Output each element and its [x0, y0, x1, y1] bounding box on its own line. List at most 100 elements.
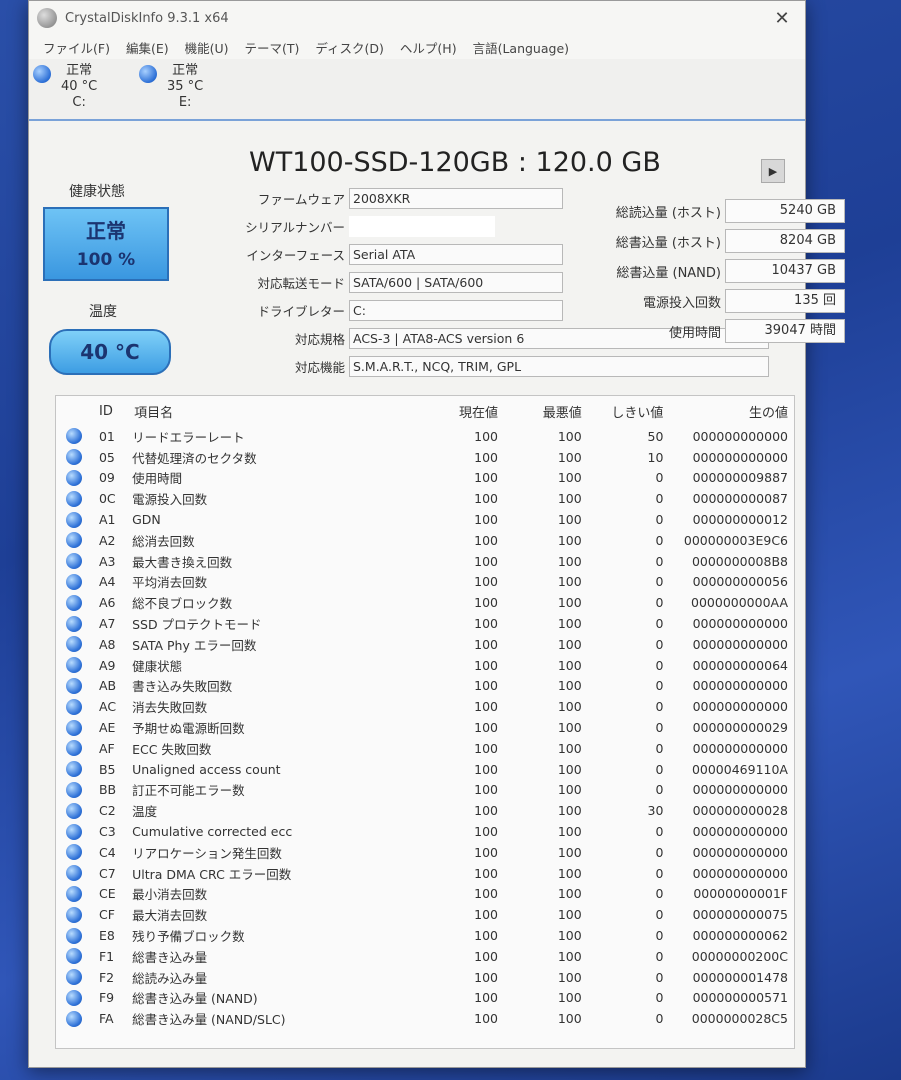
stat-value: 39047 時間 [725, 319, 845, 343]
table-row[interactable]: C4 リアロケーション発生回数 100 100 0 000000000000 [56, 842, 794, 863]
attribute-raw: 000000000000 [692, 428, 788, 444]
close-button[interactable]: ✕ [759, 1, 805, 35]
menu-file[interactable]: ファイル(F) [35, 38, 118, 57]
drive-tab-c[interactable]: 正常 40 °C C: [33, 59, 139, 119]
header-name[interactable]: 項目名 [132, 402, 451, 421]
table-row[interactable]: AE 予期せぬ電源断回数 100 100 0 000000000029 [56, 717, 794, 738]
table-row[interactable]: CE 最小消去回数 100 100 0 00000000001F [56, 884, 794, 905]
menu-theme[interactable]: テーマ(T) [237, 38, 308, 57]
attribute-name: 予期せぬ電源断回数 [132, 721, 245, 737]
menu-function[interactable]: 機能(U) [177, 38, 237, 57]
attribute-current: 100 [474, 491, 498, 507]
header-id[interactable]: ID [93, 404, 132, 419]
status-good-icon [66, 511, 83, 528]
status-good-icon [66, 657, 83, 674]
table-row[interactable]: A8 SATA Phy エラー回数 100 100 0 000000000000 [56, 634, 794, 655]
table-row[interactable]: 09 使用時間 100 100 0 000000009887 [56, 468, 794, 489]
attribute-raw: 0000000008B8 [691, 553, 788, 569]
status-good-icon [66, 553, 83, 570]
info-interface: インターフェース Serial ATA [219, 243, 563, 265]
table-row[interactable]: F1 総書き込み量 100 100 0 00000000200C [56, 946, 794, 967]
attribute-name: 健康状態 [132, 658, 183, 674]
table-row[interactable]: B5 Unaligned access count 100 100 0 000004691… [56, 759, 794, 780]
attribute-raw: 000000000000 [692, 824, 788, 840]
attribute-raw: 000000000000 [692, 449, 788, 465]
table-row[interactable]: BB 訂正不可能エラー数 100 100 0 000000000000 [56, 780, 794, 801]
drive-tab-e[interactable]: 正常 35 °C E: [139, 59, 245, 119]
header-threshold[interactable]: しきい値 [582, 402, 663, 421]
table-row[interactable]: 01 リードエラーレート 100 100 50 000000000000 [56, 426, 794, 447]
table-row[interactable]: A2 総消去回数 100 100 0 000000003E9C6 [56, 530, 794, 551]
table-row[interactable]: AC 消去失敗回数 100 100 0 000000000000 [56, 696, 794, 717]
attribute-id: A6 [98, 595, 116, 611]
stat-value: 8204 GB [725, 229, 845, 253]
drive-bar: 正常 40 °C C: 正常 35 °C E: [29, 59, 805, 121]
table-row[interactable]: C7 Ultra DMA CRC エラー回数 100 100 0 000000000000 [56, 863, 794, 884]
attribute-worst: 100 [557, 428, 582, 444]
table-row[interactable]: 05 代替処理済のセクタ数 100 100 10 000000000000 [56, 447, 794, 468]
status-good-icon [66, 927, 83, 944]
table-row[interactable]: AF ECC 失敗回数 100 100 0 000000000000 [56, 738, 794, 759]
info-value [349, 215, 495, 237]
table-row[interactable]: E8 残り予備ブロック数 100 100 0 000000000062 [56, 925, 794, 946]
table-row[interactable]: A1 GDN 100 100 0 000000000012 [56, 509, 794, 530]
table-row[interactable]: A9 健康状態 100 100 0 000000000064 [56, 655, 794, 676]
stat-host-writes: 総書込量 (ホスト) 8204 GB [603, 229, 845, 253]
header-raw[interactable]: 生の値 [663, 402, 794, 421]
stat-label: 電源投入回数 [642, 295, 721, 311]
header-worst[interactable]: 最悪値 [498, 402, 582, 421]
attribute-id: 0C [98, 491, 116, 507]
attribute-current: 100 [474, 761, 498, 777]
status-good-icon [66, 636, 83, 653]
disk-summary: WT100-SSD-120GB : 120.0 GB ▶ 健康状態 正常 100… [29, 121, 845, 391]
health-status-box[interactable]: 正常 100 % [43, 207, 169, 281]
menu-edit[interactable]: 編集(E) [118, 38, 177, 57]
attribute-worst: 100 [557, 616, 582, 632]
attribute-threshold: 0 [655, 990, 664, 1006]
attribute-name: SSD プロテクトモード [132, 617, 262, 633]
table-row[interactable]: FA 総書き込み量 (NAND/SLC) 100 100 0 0000000028C5 [56, 1008, 794, 1029]
table-row[interactable]: F2 総読み込み量 100 100 0 000000001478 [56, 967, 794, 988]
attribute-id: A1 [98, 512, 116, 528]
attribute-threshold: 0 [655, 720, 664, 736]
table-row[interactable]: A6 総不良ブロック数 100 100 0 0000000000AA [56, 592, 794, 613]
attribute-current: 100 [474, 865, 498, 881]
attribute-threshold: 0 [655, 1011, 664, 1027]
attribute-threshold: 0 [655, 657, 664, 673]
attribute-worst: 100 [557, 948, 582, 964]
status-good-icon [66, 969, 83, 986]
table-row[interactable]: C3 Cumulative corrected ecc 100 100 0 0000000… [56, 821, 794, 842]
table-row[interactable]: C2 温度 100 100 30 000000000028 [56, 800, 794, 821]
header-current[interactable]: 現在値 [451, 402, 498, 421]
attribute-name: 使用時間 [132, 471, 183, 487]
attribute-raw: 000000000075 [692, 907, 788, 923]
attribute-name: 温度 [132, 804, 158, 820]
attribute-threshold: 0 [655, 532, 664, 548]
table-row[interactable]: A4 平均消去回数 100 100 0 000000000056 [56, 572, 794, 593]
table-row[interactable]: A7 SSD プロテクトモード 100 100 0 000000000000 [56, 613, 794, 634]
table-row[interactable]: CF 最大消去回数 100 100 0 000000000075 [56, 904, 794, 925]
attribute-current: 100 [474, 740, 498, 756]
attribute-current: 100 [474, 720, 498, 736]
attribute-id: C7 [98, 865, 116, 881]
table-row[interactable]: A3 最大書き換え回数 100 100 0 0000000008B8 [56, 551, 794, 572]
status-good-icon [66, 532, 83, 549]
attribute-name: 総読み込み量 [132, 970, 208, 986]
menu-language[interactable]: 言語(Language) [465, 38, 577, 57]
status-good-icon [66, 948, 83, 965]
attribute-id: A2 [98, 532, 116, 548]
attribute-threshold: 0 [655, 470, 664, 486]
temperature-box[interactable]: 40 °C [49, 329, 171, 375]
table-row[interactable]: AB 書き込み失敗回数 100 100 0 000000000000 [56, 676, 794, 697]
attribute-current: 100 [474, 449, 498, 465]
table-row[interactable]: 0C 電源投入回数 100 100 0 000000000087 [56, 488, 794, 509]
next-disk-button[interactable]: ▶ [761, 159, 785, 183]
attribute-worst: 100 [557, 657, 582, 673]
menu-help[interactable]: ヘルプ(H) [392, 38, 465, 57]
attribute-worst: 100 [557, 928, 582, 944]
table-row[interactable]: F9 総書き込み量 (NAND) 100 100 0 000000000571 [56, 988, 794, 1009]
smart-table[interactable]: ID 項目名 現在値 最悪値 しきい値 生の値 01 リードエラーレート 100 10… [55, 395, 795, 1049]
attribute-id: A7 [98, 616, 116, 632]
menu-disk[interactable]: ディスク(D) [307, 38, 392, 57]
stat-value: 10437 GB [725, 259, 845, 283]
